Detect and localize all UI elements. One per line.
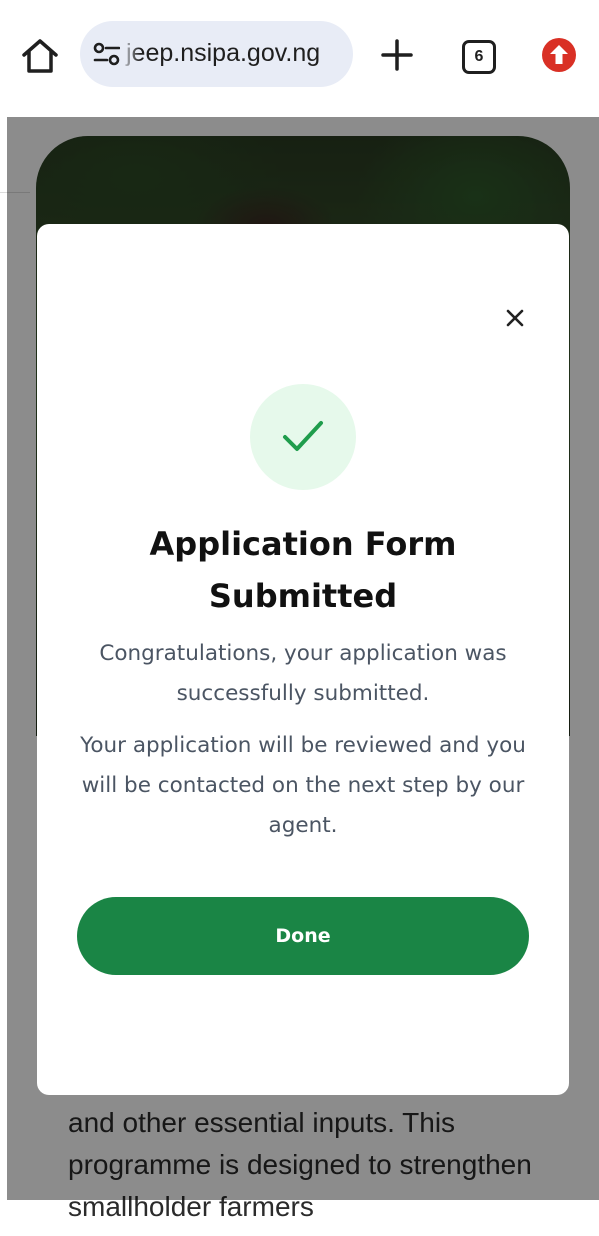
next-steps-message: Your application will be reviewed and yo… bbox=[80, 733, 526, 838]
success-badge bbox=[250, 384, 356, 490]
tune-icon bbox=[93, 42, 121, 66]
update-button[interactable] bbox=[540, 36, 578, 74]
browser-toolbar: jeep.nsipa.gov.ng 6 bbox=[0, 0, 599, 108]
done-button[interactable]: Done bbox=[77, 897, 529, 975]
home-button[interactable] bbox=[18, 34, 62, 78]
upload-arrow-icon bbox=[542, 38, 576, 72]
home-icon bbox=[22, 39, 58, 73]
close-icon bbox=[506, 309, 524, 327]
modal-title: Application Form Submitted bbox=[149, 525, 457, 615]
url-text: jeep.nsipa.gov.ng bbox=[126, 39, 321, 67]
check-icon bbox=[283, 421, 323, 451]
tabs-icon: 6 bbox=[462, 40, 496, 74]
close-button[interactable] bbox=[499, 302, 531, 334]
success-modal: Application Form Submitted Congratulatio… bbox=[37, 224, 569, 1095]
new-tab-button[interactable] bbox=[375, 33, 419, 77]
success-message: Congratulations, your application was su… bbox=[99, 641, 507, 706]
plus-icon bbox=[381, 39, 413, 71]
address-bar[interactable]: jeep.nsipa.gov.ng bbox=[80, 21, 353, 87]
tab-count: 6 bbox=[474, 48, 484, 65]
tab-switcher-button[interactable]: 6 bbox=[456, 33, 502, 79]
url-fade bbox=[120, 21, 140, 87]
